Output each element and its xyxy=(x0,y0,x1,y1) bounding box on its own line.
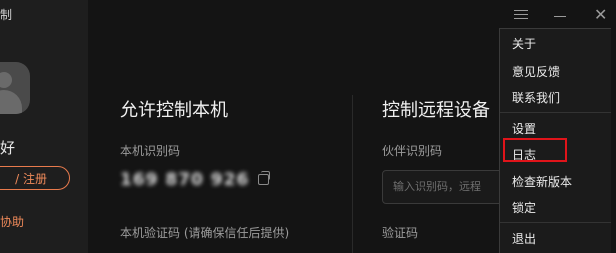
title-bar: ✕ xyxy=(88,0,616,30)
login-register-button[interactable]: / 注册 xyxy=(0,166,70,190)
menu-item-feedback[interactable]: 意见反馈 xyxy=(512,63,560,80)
menu-item-settings[interactable]: 设置 xyxy=(512,120,536,137)
menu-item-contact[interactable]: 联系我们 xyxy=(512,89,560,106)
remote-verify-label: 验证码 xyxy=(382,226,419,240)
local-id-label: 本机识别码 xyxy=(120,144,181,158)
sidebar: 制 好 / 注册 协助 xyxy=(0,0,88,253)
avatar-body-icon xyxy=(0,90,22,114)
remote-control-title: 控制远程设备 xyxy=(382,100,490,121)
menu-item-exit[interactable]: 退出 xyxy=(512,230,536,247)
menu-icon[interactable] xyxy=(514,7,528,22)
menu-item-about[interactable]: 关于 xyxy=(512,35,536,52)
menu-item-check-update[interactable]: 检查新版本 xyxy=(512,173,572,190)
menu-separator xyxy=(500,112,611,113)
copy-icon[interactable] xyxy=(258,171,270,185)
menu-separator xyxy=(500,222,611,223)
app-title-fragment: 制 xyxy=(0,8,13,22)
close-icon[interactable]: ✕ xyxy=(594,5,607,24)
menu-item-lock[interactable]: 锁定 xyxy=(512,199,536,216)
minimize-icon[interactable] xyxy=(554,16,566,17)
avatar[interactable] xyxy=(0,62,30,114)
partner-id-input[interactable]: 输入识别码，远程 xyxy=(382,170,512,204)
divider xyxy=(352,95,353,253)
partner-id-label: 伙伴识别码 xyxy=(382,144,443,158)
allow-control-title: 允许控制本机 xyxy=(120,100,228,121)
help-link[interactable]: 协助 xyxy=(0,213,24,230)
local-verify-label: 本机验证码 (请确保信任后提供) xyxy=(120,226,290,240)
highlight-box xyxy=(503,138,567,162)
local-id-value: 169 870 926 xyxy=(120,170,250,190)
avatar-head-icon xyxy=(0,72,12,88)
greeting-text: 好 xyxy=(0,139,16,157)
